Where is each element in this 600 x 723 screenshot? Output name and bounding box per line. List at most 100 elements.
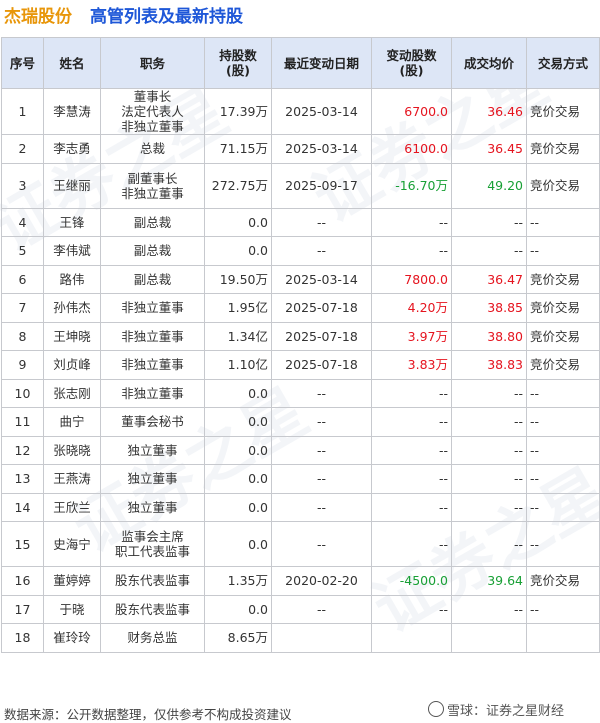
cell-price: 38.80 — [451, 321, 527, 351]
table-row: 5 李伟斌 副总裁 0.0 -- -- -- -- — [1, 236, 600, 266]
cell-change: -- — [371, 378, 452, 408]
column-header-shares: 持股数 (股) — [204, 37, 272, 89]
position-line: 副总裁 — [133, 271, 172, 287]
table-row: 14 王欣兰 独立董事 0.0 -- -- -- -- — [1, 492, 600, 522]
cell-price: 38.85 — [451, 293, 527, 323]
cell-change: 3.83万 — [371, 350, 452, 380]
column-header-change: 变动股数 (股) — [371, 37, 452, 89]
watermark-logo: 雪球：证券之星财经 — [428, 700, 564, 719]
cell-shares: 1.10亿 — [204, 350, 272, 380]
cell-method: 竞价交易 — [526, 88, 600, 135]
cell-position: 非独立董事 — [100, 321, 205, 351]
table-row: 10 张志刚 非独立董事 0.0 -- -- -- -- — [1, 378, 600, 408]
cell-name: 史海宁 — [43, 521, 101, 567]
cell-name: 李志勇 — [43, 134, 101, 164]
cell-shares: 1.35万 — [204, 566, 272, 596]
position-line: 副总裁 — [133, 214, 172, 230]
cell-price: -- — [451, 207, 527, 237]
cell-shares: 17.39万 — [204, 88, 272, 135]
position-line: 独立董事 — [127, 442, 178, 458]
column-header-price: 成交均价 — [451, 37, 527, 89]
table-row: 8 王坤晓 非独立董事 1.34亿 2025-07-18 3.97万 38.80 竞价交易 — [1, 321, 600, 351]
cell-change: -- — [371, 492, 452, 522]
cell-method: 竞价交易 — [526, 264, 600, 294]
cell-date: 2025-07-18 — [271, 321, 372, 351]
cell-date: -- — [271, 207, 372, 237]
cell-date: 2025-07-18 — [271, 350, 372, 380]
cell-position: 总裁 — [100, 134, 205, 164]
cell-name: 李伟斌 — [43, 236, 101, 266]
cell-method: -- — [526, 236, 600, 266]
cell-price: -- — [451, 492, 527, 522]
cell-name: 李慧涛 — [43, 88, 101, 135]
cell-date: -- — [271, 521, 372, 567]
cell-method: 竞价交易 — [526, 350, 600, 380]
cell-name: 路伟 — [43, 264, 101, 294]
cell-price: -- — [451, 407, 527, 437]
position-line: 非独立董事 — [121, 300, 184, 316]
cell-method: -- — [526, 594, 600, 624]
cell-shares: 1.95亿 — [204, 293, 272, 323]
table-row: 4 王锋 副总裁 0.0 -- -- -- -- — [1, 207, 600, 237]
cell-method: -- — [526, 492, 600, 522]
cell-method: 竞价交易 — [526, 162, 600, 209]
cell-position: 独立董事 — [100, 464, 205, 494]
cell-shares: 1.34亿 — [204, 321, 272, 351]
cell-date: -- — [271, 378, 372, 408]
cell-date: -- — [271, 594, 372, 624]
cell-date: -- — [271, 435, 372, 465]
cell-change — [371, 623, 452, 653]
cell-price: -- — [451, 464, 527, 494]
cell-name: 张晓晓 — [43, 435, 101, 465]
cell-position: 副总裁 — [100, 207, 205, 237]
cell-change: 3.97万 — [371, 321, 452, 351]
position-line: 独立董事 — [127, 499, 178, 515]
position-line: 副总裁 — [133, 243, 172, 259]
cell-date: -- — [271, 492, 372, 522]
cell-change: -- — [371, 407, 452, 437]
company-name: 杰瑞股份 — [4, 7, 72, 27]
cell-position: 副总裁 — [100, 236, 205, 266]
table-row: 13 王燕涛 独立董事 0.0 -- -- -- -- — [1, 464, 600, 494]
table-row: 3 王继丽 副董事长 非独立董事 272.75万 2025-09-17 -16.70万 49.… — [1, 162, 600, 209]
position-line: 法定代表人 — [121, 104, 184, 119]
cell-name: 张志刚 — [43, 378, 101, 408]
executives-table: 序号 姓名 职务 持股数 (股) 最近变动日期 变动股数 (股) 成交均价 交易方式 1 李慧涛 董事… — [1, 37, 600, 653]
cell-method: -- — [526, 464, 600, 494]
cell-change: 4.20万 — [371, 293, 452, 323]
cell-shares: 0.0 — [204, 521, 272, 567]
data-source-note: 数据来源：公开数据整理，仅供参考不构成投资建议 — [4, 707, 292, 722]
cell-no: 17 — [1, 594, 44, 624]
cell-change: 7800.0 — [371, 264, 452, 294]
cell-date: 2025-03-14 — [271, 134, 372, 164]
cell-price: 49.20 — [451, 162, 527, 209]
column-header-position: 职务 — [100, 37, 205, 89]
cell-price — [451, 623, 527, 653]
cell-price: -- — [451, 236, 527, 266]
cell-position: 董事长 法定代表人 非独立董事 — [100, 88, 205, 135]
cell-position: 监事会主席 职工代表监事 — [100, 521, 205, 567]
cell-shares: 0.0 — [204, 594, 272, 624]
cell-name: 崔玲玲 — [43, 623, 101, 653]
cell-no: 7 — [1, 293, 44, 323]
table-row: 11 曲宁 董事会秘书 0.0 -- -- -- -- — [1, 407, 600, 437]
cell-position: 副总裁 — [100, 264, 205, 294]
cell-change: -16.70万 — [371, 162, 452, 209]
cell-method: -- — [526, 407, 600, 437]
cell-price: -- — [451, 378, 527, 408]
table-row: 17 于晓 股东代表监事 0.0 -- -- -- -- — [1, 594, 600, 624]
cell-method — [526, 623, 600, 653]
table-row: 1 李慧涛 董事长 法定代表人 非独立董事 17.39万 2025-03-14 6700.0 3… — [1, 88, 600, 135]
cell-change: -- — [371, 521, 452, 567]
cell-position: 非独立董事 — [100, 350, 205, 380]
cell-position: 非独立董事 — [100, 293, 205, 323]
cell-date: 2020-02-20 — [271, 566, 372, 596]
table-row: 18 崔玲玲 财务总监 8.65万 — [1, 623, 600, 653]
position-line: 监事会主席 — [121, 529, 184, 544]
table-row: 12 张晓晓 独立董事 0.0 -- -- -- -- — [1, 435, 600, 465]
cell-shares: 19.50万 — [204, 264, 272, 294]
cell-change: -- — [371, 435, 452, 465]
cell-no: 1 — [1, 88, 44, 135]
cell-change: -- — [371, 236, 452, 266]
cell-shares: 0.0 — [204, 236, 272, 266]
